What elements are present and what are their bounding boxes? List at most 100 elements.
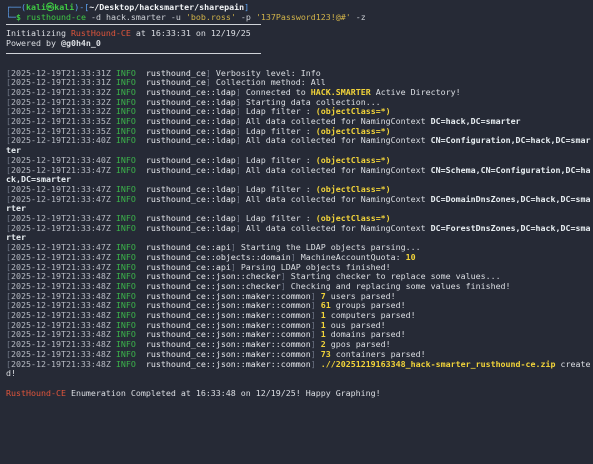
log-level: INFO [115, 154, 136, 165]
log-message: groups parsed! [330, 300, 406, 311]
log-message: containers parsed! [330, 348, 426, 359]
log-message: Ldap filter : [245, 125, 316, 136]
log-module: rusthound_ce::ldap [145, 86, 236, 97]
log-highlight: (objectClass=*) [315, 183, 391, 194]
flag-d-value: hack.smarter [105, 11, 166, 22]
log-module: rusthound_ce::json::maker::common [145, 329, 311, 340]
log-level: INFO [115, 242, 136, 253]
footer-line: RustHound-CE Enumeration Completed at 16… [6, 387, 593, 399]
bracket: ] [310, 290, 321, 301]
log-timestamp: 2025-12-19T21:33:47Z [11, 261, 111, 272]
log-module: rusthound_ce::json::maker::common [145, 319, 311, 330]
log-timestamp: 2025-12-19T21:33:48Z [11, 271, 111, 282]
log-module: rusthound_ce::ldap [145, 96, 236, 107]
bracket: ] [280, 271, 291, 282]
log-timestamp: 2025-12-19T21:33:47Z [11, 251, 111, 262]
log-module: rusthound_ce::ldap [145, 222, 236, 233]
log-module: rusthound_ce::ldap [145, 183, 236, 194]
terminal-window[interactable]: ┌──(kali㉿kali)-[~/Desktop/hacksmarter/sh… [0, 0, 593, 464]
log-level: INFO [115, 280, 136, 291]
log-level: INFO [115, 329, 136, 340]
bracket: ] [310, 339, 321, 350]
flag-u-value: 'bob.ross' [185, 11, 236, 22]
log-message: All data collected for NamingContext [245, 193, 431, 204]
log-message: domains parsed! [325, 329, 406, 340]
log-message: computers parsed! [325, 310, 416, 321]
log-level: INFO [115, 339, 136, 350]
log-message: Starting checker to replace some values.… [290, 271, 501, 282]
bracket: ] [205, 67, 216, 78]
log-level: INFO [115, 222, 136, 233]
log-message: Starting the LDAP objects parsing... [240, 242, 421, 253]
log-level: INFO [115, 67, 136, 78]
log-message: All data collected for NamingContext [245, 222, 431, 233]
log-highlight: (objectClass=*) [315, 106, 391, 117]
flag-d: -d [90, 11, 101, 22]
log-message: Ldap filter : [245, 106, 316, 117]
footer-tool-name: RustHound-CE [6, 387, 66, 398]
log-module: rusthound_ce::json::maker::common [145, 348, 311, 359]
log-level: INFO [115, 261, 136, 272]
log-module: rusthound_ce::ldap [145, 213, 236, 224]
flag-u: -u [170, 11, 181, 22]
log-module: rusthound_ce::objects::domain [145, 251, 291, 262]
log-highlight: HACK.SMARTER [310, 86, 371, 97]
prompt-user-host: kali㉿kali [25, 2, 75, 12]
log-timestamp: 2025-12-19T21:33:32Z [11, 106, 111, 117]
log-timestamp: 2025-12-19T21:33:32Z [11, 86, 111, 97]
log-level: INFO [115, 271, 136, 282]
log-message: Verbosity level: Info [215, 67, 321, 78]
log-line: [2025-12-19T21:33:47Z INFO rusthound_ce:… [6, 193, 593, 214]
log-highlight: (objectClass=*) [315, 154, 391, 165]
log-message: All data collected for NamingContext [245, 116, 431, 127]
log-timestamp: 2025-12-19T21:33:48Z [11, 280, 111, 291]
log-highlight: 10 [405, 251, 416, 262]
bracket: ] [235, 106, 246, 117]
log-output: [2025-12-19T21:33:31Z INFO rusthound_ce]… [6, 67, 593, 380]
log-highlight: (objectClass=*) [315, 125, 391, 136]
log-timestamp: 2025-12-19T21:33:47Z [11, 164, 111, 175]
banner-init-suffix: at 16:33:31 on 12/19/25 [130, 28, 251, 39]
prompt-path: ~/Desktop/hacksmarter/sharepain [89, 2, 245, 12]
log-module: rusthound_ce::ldap [145, 106, 236, 117]
log-timestamp: 2025-12-19T21:33:32Z [11, 96, 111, 107]
log-level: INFO [115, 135, 136, 146]
log-level: INFO [115, 213, 136, 224]
log-timestamp: 2025-12-19T21:33:48Z [11, 358, 111, 369]
bracket: ] [230, 261, 241, 272]
log-message: Connected to [245, 86, 311, 97]
bracket: ] [235, 96, 246, 107]
bracket: ] [235, 125, 246, 136]
bracket: ] [310, 319, 321, 330]
log-module: rusthound_ce [145, 67, 206, 78]
banner-top-rule [6, 24, 261, 26]
log-level: INFO [115, 319, 136, 330]
log-module: rusthound_ce::ldap [145, 116, 236, 127]
log-message: Active Directory! [370, 86, 461, 97]
flag-p: -p [240, 11, 251, 22]
log-module: rusthound_ce::ldap [145, 125, 236, 136]
log-level: INFO [115, 96, 136, 107]
log-timestamp: 2025-12-19T21:33:48Z [11, 348, 111, 359]
footer-text: Enumeration Completed at 16:33:48 on 12/… [65, 387, 381, 398]
bracket: ] [230, 242, 241, 253]
log-message: Collection method: All [215, 77, 326, 88]
log-message: Starting data collection... [245, 96, 381, 107]
log-module: rusthound_ce::api [145, 242, 231, 253]
log-level: INFO [115, 77, 136, 88]
log-level: INFO [115, 125, 136, 136]
log-level: INFO [115, 251, 136, 262]
bracket: ] [310, 310, 321, 321]
log-line: [2025-12-19T21:33:47Z INFO rusthound_ce:… [6, 222, 593, 243]
log-timestamp: 2025-12-19T21:33:35Z [11, 125, 111, 136]
log-highlight: 61 [320, 300, 331, 311]
bracket: ] [235, 135, 246, 146]
log-level: INFO [115, 183, 136, 194]
command-line[interactable]: └─$ rusthound-ce -d hack.smarter -u 'bob… [6, 11, 593, 23]
log-timestamp: 2025-12-19T21:33:48Z [11, 339, 111, 350]
log-line: [2025-12-19T21:33:40Z INFO rusthound_ce:… [6, 136, 593, 155]
bracket: ] [235, 154, 246, 165]
log-module: rusthound_ce::json::maker::common [145, 310, 311, 321]
log-highlight: 73 [320, 348, 331, 359]
log-level: INFO [115, 106, 136, 117]
